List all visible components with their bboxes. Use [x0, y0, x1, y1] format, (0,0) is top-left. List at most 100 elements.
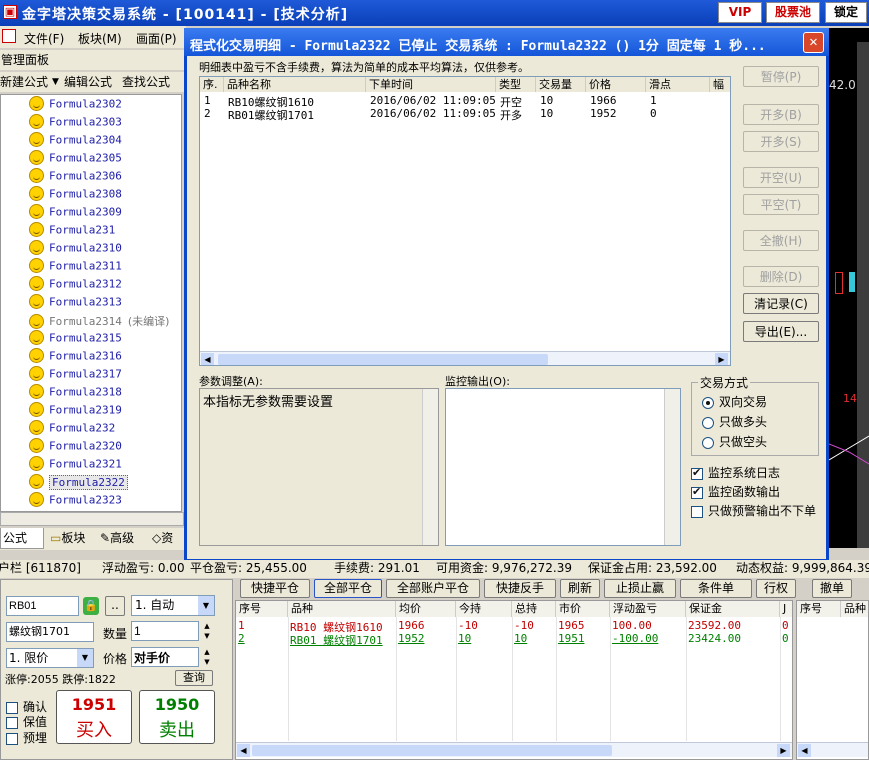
formula-tree-item[interactable]: Formula2308 — [29, 186, 122, 205]
qty-stepper[interactable]: ▲ ▼ — [201, 621, 213, 641]
delete-button[interactable]: 删除(D) — [743, 266, 819, 287]
check-preset[interactable]: 预埋 — [6, 729, 47, 746]
tree-hscroll[interactable] — [0, 512, 184, 526]
price-stepper[interactable]: ▲ ▼ — [201, 647, 213, 667]
positions-scroll-thumb[interactable] — [252, 745, 612, 756]
stop-loss-button[interactable]: 止损止赢 — [604, 579, 676, 598]
query-button[interactable]: 查询 — [175, 670, 213, 686]
formula-tree-item[interactable]: Formula2316 — [29, 348, 122, 367]
export-button[interactable]: 导出(E)... — [743, 321, 819, 342]
orders-hscroll[interactable]: ◀ — [797, 742, 868, 757]
clear-records-button[interactable]: 清记录(C) — [743, 293, 819, 314]
code-input[interactable] — [6, 596, 79, 616]
check-system-log[interactable]: 监控系统日志 — [691, 464, 780, 481]
formula-tree-item[interactable]: Formula2306 — [29, 168, 122, 187]
param-scrollbar[interactable] — [422, 389, 438, 545]
positions-column-header[interactable]: 品种 — [288, 601, 396, 617]
formula-tree-item[interactable]: Formula2309 — [29, 204, 122, 223]
formula-tree-item[interactable]: Formula2322 — [29, 474, 128, 493]
exercise-button[interactable]: 行权 — [756, 579, 796, 598]
formula-tree-item[interactable]: Formula2319 — [29, 402, 122, 421]
formula-tree-item[interactable]: Formula2320 — [29, 438, 122, 457]
dialog-title-bar[interactable]: 程式化交易明细 - Formula2322 已停止 交易系统 : Formula… — [184, 28, 829, 56]
grid-scroll-thumb[interactable] — [218, 354, 548, 365]
close-all-button[interactable]: 全部平仓 — [314, 579, 382, 598]
scroll-left-icon[interactable]: ◀ — [237, 744, 250, 757]
grid-column-header[interactable]: 下单时间 — [366, 77, 496, 92]
monitor-scrollbar[interactable] — [664, 389, 680, 545]
formula-tree-item[interactable]: Formula2323 — [29, 492, 122, 511]
pause-button[interactable]: 暂停(P) — [743, 66, 819, 87]
menu-plate[interactable]: 板块(M) — [78, 30, 122, 47]
buy-long-button[interactable]: 开多(S) — [743, 131, 819, 152]
formula-tree[interactable]: Formula2302 Formula2303 Formula2304 Formula… — [0, 94, 182, 512]
open-short-button[interactable]: 开空(U) — [743, 167, 819, 188]
check-keep[interactable]: 保值 — [6, 713, 47, 730]
grid-column-header[interactable]: 品种名称 — [224, 77, 366, 92]
formula-tree-item[interactable]: Formula2314 (未编译) — [29, 313, 169, 331]
lock-icon[interactable]: 🔒 — [83, 597, 99, 615]
grid-column-header[interactable]: 滑点 — [646, 77, 710, 92]
tab-advanced[interactable]: ✎高级 — [100, 528, 134, 548]
formula-tree-item[interactable]: Formula232 — [29, 420, 115, 439]
grid-column-header[interactable]: 类型 — [496, 77, 536, 92]
grid-column-header[interactable]: 价格 — [586, 77, 646, 92]
menu-chart[interactable]: 画面(P) — [136, 30, 177, 47]
chevron-down-icon[interactable]: ▼ — [198, 596, 214, 615]
lock-button[interactable]: 锁定 — [825, 2, 867, 23]
grid-column-header[interactable]: 序. — [200, 77, 224, 92]
price-type-select[interactable]: 1. 限价 ▼ — [6, 648, 94, 668]
tab-resource[interactable]: ◇资 — [152, 528, 173, 548]
detail-grid[interactable]: 序. 品种名称 下单时间 类型 交易量 价格 滑点幅 1 RB10螺纹钢1610 2016/06… — [199, 76, 731, 366]
tab-formula[interactable]: 公式 — [0, 528, 44, 549]
formula-tree-item[interactable]: Formula2315 — [29, 330, 122, 349]
formula-tree-item[interactable]: Formula2310 — [29, 240, 122, 259]
quick-reverse-button[interactable]: 快捷反手 — [484, 579, 556, 598]
scroll-right-icon[interactable]: ▶ — [715, 353, 728, 365]
monitor-output[interactable] — [445, 388, 681, 546]
formula-tree-item[interactable]: Formula2317 — [29, 366, 122, 385]
grid-column-header[interactable]: 幅 — [710, 77, 730, 92]
dropdown-arrow-icon[interactable]: ▼ — [52, 72, 59, 92]
order-mode-select[interactable]: 1. 自动 ▼ — [131, 595, 215, 616]
close-short-button[interactable]: 平空(T) — [743, 194, 819, 215]
check-alert-only[interactable]: 只做预警输出不下单 — [691, 502, 816, 519]
condition-order-button[interactable]: 条件单 — [680, 579, 752, 598]
grid-column-header[interactable]: 交易量 — [536, 77, 586, 92]
quick-close-button[interactable]: 快捷平仓 — [240, 579, 310, 598]
positions-column-header[interactable]: 今持 — [456, 601, 512, 617]
close-all-accounts-button[interactable]: 全部账户平仓 — [386, 579, 480, 598]
positions-column-header[interactable]: 市价 — [556, 601, 610, 617]
formula-tree-item[interactable]: Formula2321 — [29, 456, 122, 475]
formula-tree-item[interactable]: Formula2312 — [29, 276, 122, 295]
tab-plate[interactable]: ▭板块 — [50, 528, 85, 548]
positions-table[interactable]: 序号 品种 均价 今持 总持 市价 浮动盈亏 保证金 J 1 RB10 螺纹钢1610 1966 -1… — [235, 600, 793, 760]
positions-column-header[interactable]: J — [780, 601, 792, 617]
positions-column-header[interactable]: 保证金 — [686, 601, 780, 617]
formula-tree-item[interactable]: Formula2311 — [29, 258, 122, 277]
formula-tree-item[interactable]: Formula2318 — [29, 384, 122, 403]
scroll-right-icon[interactable]: ▶ — [777, 744, 790, 757]
orders-table[interactable]: 序号 品种 ◀ — [796, 600, 869, 760]
qty-input[interactable] — [131, 621, 199, 641]
positions-hscroll[interactable]: ◀ ▶ — [236, 742, 792, 757]
stock-pool-button[interactable]: 股票池 — [766, 2, 820, 23]
menu-file[interactable]: 文件(F) — [24, 30, 64, 47]
vip-button[interactable]: VIP — [718, 2, 762, 23]
mode-long[interactable]: 只做多头 — [702, 413, 767, 430]
formula-tree-item[interactable]: Formula231 — [29, 222, 115, 241]
positions-column-header[interactable]: 序号 — [236, 601, 288, 617]
mode-both[interactable]: 双向交易 — [702, 393, 767, 410]
cancel-order-button[interactable]: 撤单 — [812, 579, 852, 598]
edit-formula-button[interactable]: 编辑公式 — [64, 72, 112, 92]
open-long-button[interactable]: 开多(B) — [743, 104, 819, 125]
grid-hscroll[interactable]: ◀ ▶ — [200, 351, 730, 365]
formula-tree-item[interactable]: Formula2313 — [29, 294, 122, 313]
sell-button[interactable]: 1950 卖出 — [139, 690, 215, 744]
close-icon[interactable]: ✕ — [803, 32, 824, 53]
find-formula-button[interactable]: 查找公式 — [122, 72, 170, 92]
more-button[interactable]: .. — [105, 596, 125, 616]
positions-column-header[interactable]: 均价 — [396, 601, 456, 617]
price-input[interactable] — [131, 647, 199, 667]
positions-column-header[interactable]: 总持 — [512, 601, 556, 617]
